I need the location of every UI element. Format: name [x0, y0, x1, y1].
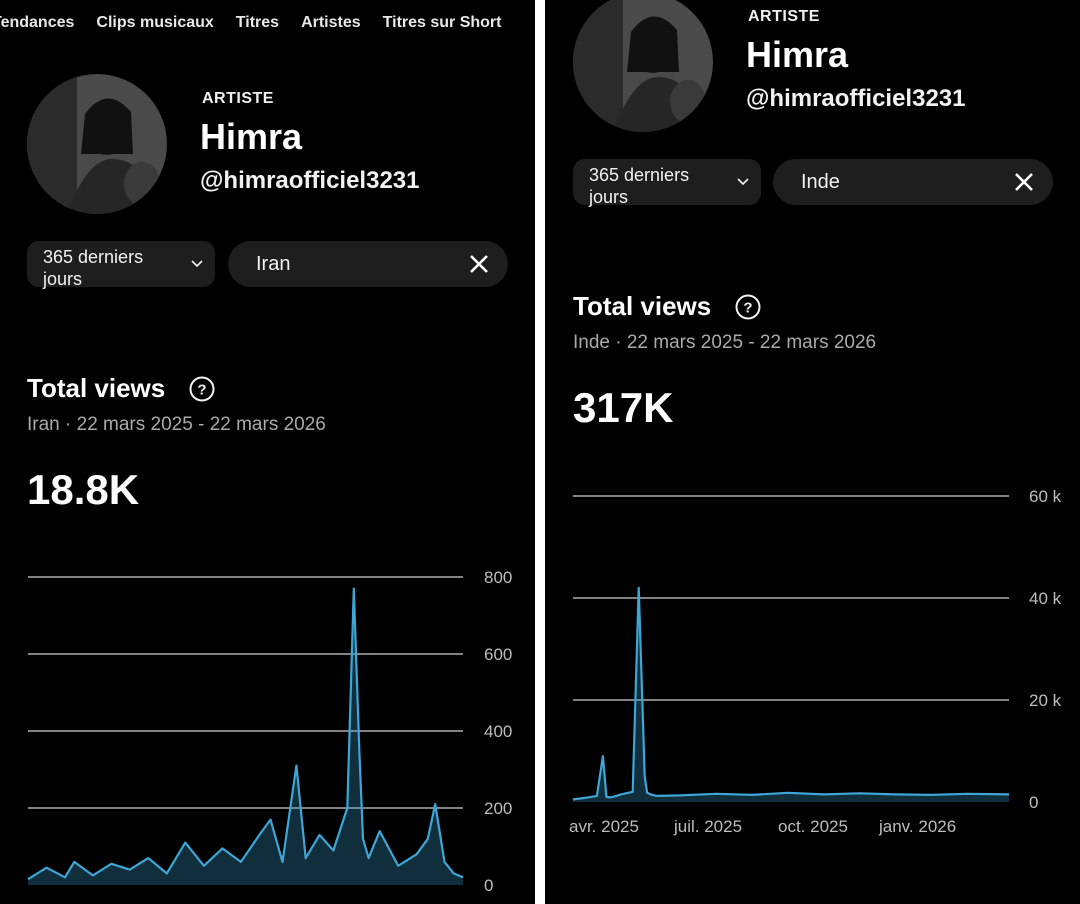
- metric-value: 18.8K: [27, 466, 140, 513]
- y-tick-label: 800: [484, 568, 512, 587]
- metric-value: 317K: [573, 384, 674, 431]
- tab-clips-musicaux[interactable]: Clips musicaux: [96, 14, 213, 32]
- country-filter-chip[interactable]: Inde: [773, 159, 1053, 205]
- artist-name: Himra: [746, 34, 849, 75]
- series-line: [27, 587, 464, 881]
- avatar-photo: [27, 74, 167, 214]
- y-tick-label: 0: [1029, 793, 1038, 812]
- views-chart-inde: 0 20 k 40 k 60 k avr. 2025 juil. 2025 oct. 202…: [569, 487, 1062, 836]
- y-tick-label: 0: [484, 876, 493, 895]
- x-tick-label: janv. 2026: [878, 817, 956, 836]
- period-dropdown[interactable]: 365 derniers jours: [27, 241, 215, 289]
- panel-inde: ARTISTE Himra @himraofficiel3231 365 der…: [545, 0, 1080, 904]
- metric-title: Total views: [27, 373, 166, 403]
- country-label: Iran: [256, 253, 291, 275]
- chevron-down-icon: [191, 260, 203, 268]
- help-circle-icon[interactable]: ?: [735, 294, 761, 320]
- avatar[interactable]: [27, 74, 167, 214]
- y-tick-label: 60 k: [1029, 487, 1062, 506]
- artist-handle: @himraofficiel3231: [200, 167, 420, 194]
- y-tick-label: 200: [484, 799, 512, 818]
- metric-subtitle: Iran · 22 mars 2025 - 22 mars 2026: [27, 414, 326, 435]
- artist-handle: @himraofficiel3231: [746, 85, 966, 112]
- y-tick-label: 400: [484, 722, 512, 741]
- y-tick-label: 40 k: [1029, 589, 1062, 608]
- series-area: [28, 588, 463, 885]
- artist-name: Himra: [200, 116, 303, 157]
- country-filter-chip[interactable]: Iran: [228, 241, 508, 287]
- y-tick-label: 20 k: [1029, 691, 1062, 710]
- svg-text:?: ?: [743, 300, 752, 317]
- nav-tabs: Tendances Clips musicaux Titres Artistes Tit…: [0, 14, 523, 32]
- close-icon[interactable]: [1013, 171, 1035, 193]
- tab-titres[interactable]: Titres: [236, 14, 279, 32]
- avatar-photo: [573, 0, 713, 132]
- svg-text:?: ?: [197, 382, 206, 399]
- metric-title: Total views: [573, 291, 712, 321]
- metric-subtitle: Inde · 22 mars 2025 - 22 mars 2026: [573, 332, 877, 353]
- period-label: 365 derniers jours: [589, 165, 690, 207]
- tab-titres-sur-short[interactable]: Titres sur Short: [383, 14, 502, 32]
- chevron-down-icon: [737, 178, 749, 186]
- close-icon[interactable]: [468, 253, 490, 275]
- tab-artistes[interactable]: Artistes: [301, 14, 361, 32]
- y-tick-label: 600: [484, 645, 512, 664]
- artist-kicker: ARTISTE: [202, 90, 274, 107]
- tab-tendances[interactable]: Tendances: [0, 14, 74, 32]
- x-tick-label: oct. 2025: [778, 817, 848, 836]
- views-chart-iran: 0 200 400 600 800: [27, 568, 512, 895]
- x-tick-label: avr. 2025: [569, 817, 639, 836]
- avatar[interactable]: [573, 0, 713, 132]
- country-label: Inde: [801, 171, 840, 193]
- artist-kicker: ARTISTE: [748, 8, 820, 25]
- period-label: 365 derniers jours: [43, 247, 144, 289]
- help-circle-icon[interactable]: ?: [189, 376, 215, 402]
- panel-iran: Tendances Clips musicaux Titres Artistes Tit…: [0, 0, 535, 904]
- period-dropdown[interactable]: 365 derniers jours: [573, 159, 761, 207]
- x-tick-label: juil. 2025: [673, 817, 742, 836]
